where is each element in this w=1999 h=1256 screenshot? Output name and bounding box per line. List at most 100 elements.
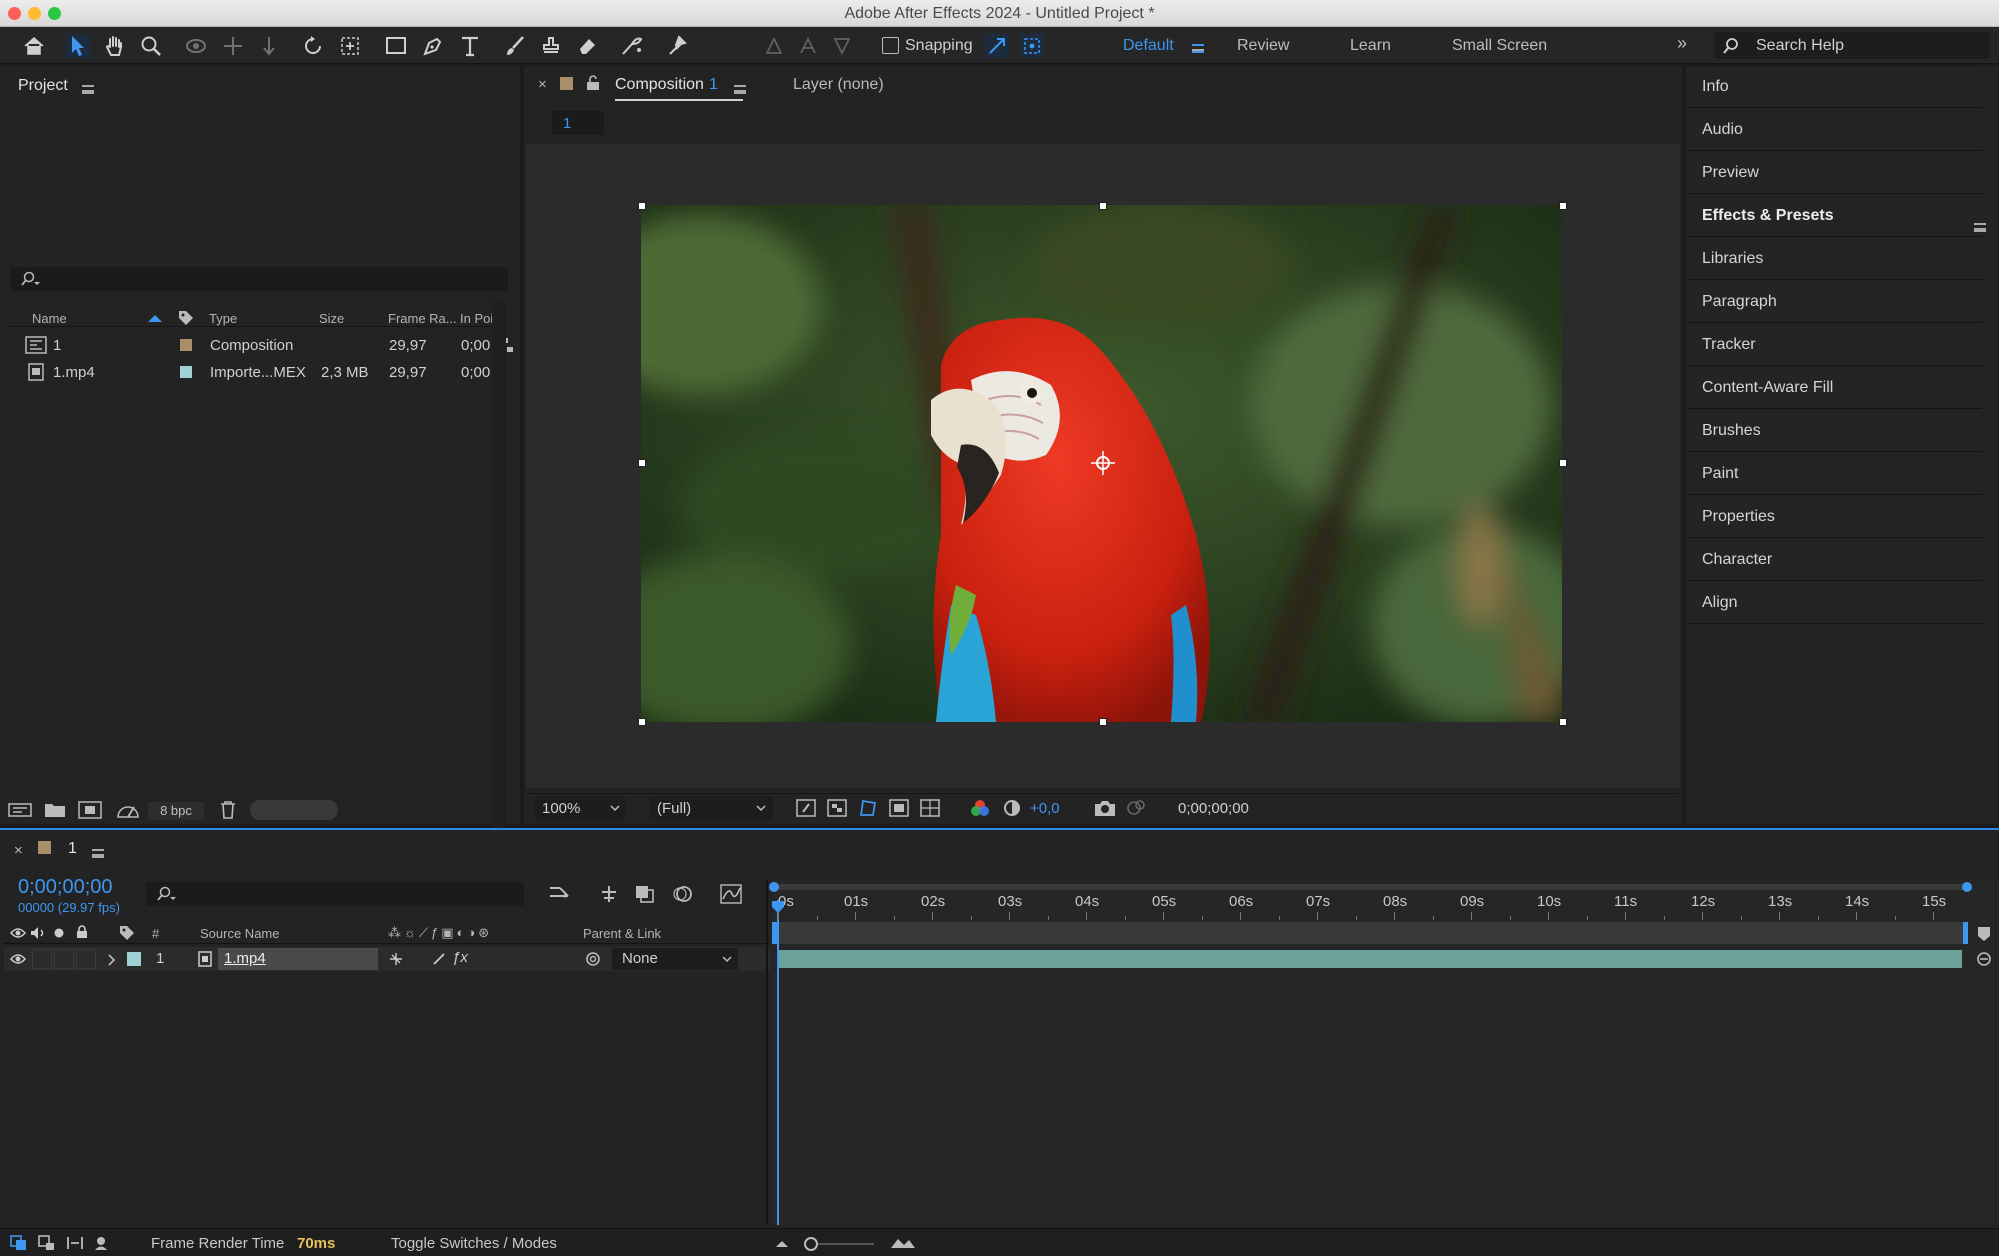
thumbnail-size-slider[interactable] [250, 800, 338, 820]
pick-whip-icon[interactable] [584, 951, 602, 967]
timeline-tab-label[interactable]: 1 [68, 840, 77, 858]
dolly-camera-icon[interactable] [257, 34, 281, 58]
panel-properties[interactable]: Properties [1688, 496, 1982, 538]
layer-switches-toggle-icon[interactable] [10, 1235, 28, 1251]
panel-content-aware-fill[interactable]: Content-Aware Fill [1688, 367, 1982, 409]
panel-align[interactable]: Align [1688, 582, 1982, 624]
layer-name-field[interactable]: 1.mp4 [218, 948, 378, 970]
project-search-input[interactable] [10, 267, 508, 291]
timeline-panel-menu-icon[interactable] [92, 845, 104, 862]
column-name-header[interactable]: Name [32, 311, 67, 326]
transform-handle[interactable] [1559, 202, 1567, 210]
render-time-icon[interactable] [94, 1235, 112, 1251]
resolution-dropdown[interactable]: (Full) [649, 796, 773, 820]
time-navigator[interactable] [772, 884, 1970, 890]
source-name-header[interactable]: Source Name [200, 926, 279, 941]
quality-switch-icon[interactable] [432, 952, 446, 966]
search-help-field[interactable]: Search Help [1714, 32, 1990, 59]
audio-toggle[interactable] [32, 949, 52, 969]
solo-icon[interactable] [54, 928, 64, 938]
show-snapshot-icon[interactable] [1126, 799, 1146, 817]
workspace-learn[interactable]: Learn [1350, 37, 1391, 55]
transform-handle[interactable] [638, 459, 646, 467]
navigator-end-handle[interactable] [1962, 882, 1972, 892]
layer-visibility-icon[interactable] [10, 953, 26, 965]
bit-depth-button[interactable]: 8 bpc [148, 802, 204, 820]
solo-toggle[interactable] [54, 949, 74, 969]
pan-behind-tool-icon[interactable] [338, 34, 362, 58]
viewer-timecode[interactable]: 0;00;00;00 [1168, 796, 1268, 820]
comp-breadcrumb[interactable]: 1 [552, 111, 604, 135]
home-icon[interactable] [22, 34, 46, 58]
clone-stamp-tool-icon[interactable] [539, 34, 563, 58]
eye-icon[interactable] [10, 927, 26, 939]
shy-switch-icon[interactable] [388, 952, 404, 966]
snap-features-icon[interactable] [1020, 34, 1044, 58]
transfer-controls-icon[interactable] [38, 1235, 56, 1251]
fast-previews-icon[interactable] [796, 799, 816, 817]
draft-3d-icon[interactable] [598, 884, 620, 904]
sort-ascending-icon[interactable] [147, 314, 163, 323]
magnification-dropdown[interactable]: 100% [534, 796, 626, 820]
layer-list-empty-area[interactable] [4, 973, 768, 1225]
layer-label-swatch[interactable] [127, 952, 141, 966]
panel-tracker[interactable]: Tracker [1688, 324, 1982, 366]
chevron-right-icon[interactable] [108, 954, 116, 966]
unlock-icon[interactable] [586, 75, 600, 91]
zoom-in-icon[interactable] [890, 1235, 916, 1249]
pen-tool-icon[interactable] [421, 34, 445, 58]
label-color-swatch[interactable] [180, 366, 192, 378]
snapping-checkbox[interactable] [882, 37, 899, 54]
transform-handle[interactable] [638, 202, 646, 210]
layer-tab[interactable]: Layer (none) [793, 76, 884, 94]
project-item-row[interactable]: 1 Composition 29,97 0;00 [8, 331, 513, 359]
type-tool-icon[interactable] [458, 34, 482, 58]
speaker-icon[interactable] [30, 926, 46, 940]
panel-brushes[interactable]: Brushes [1688, 410, 1982, 452]
zoom-out-icon[interactable] [774, 1237, 790, 1249]
workspace-small-screen[interactable]: Small Screen [1452, 37, 1547, 55]
column-frame-rate-header[interactable]: Frame Ra... [388, 311, 457, 326]
brush-tool-icon[interactable] [503, 34, 527, 58]
workspace-default[interactable]: Default [1123, 37, 1174, 55]
label-color-swatch[interactable] [180, 339, 192, 351]
close-tab-icon[interactable]: × [538, 76, 547, 93]
timeline-zoom-handle[interactable] [804, 1237, 818, 1251]
in-out-controls-icon[interactable] [66, 1235, 84, 1251]
trash-icon[interactable] [220, 801, 236, 819]
roto-brush-tool-icon[interactable] [620, 34, 644, 58]
transparency-grid-icon[interactable] [827, 799, 847, 817]
world-axis-mode-icon[interactable] [796, 34, 820, 58]
project-scrollbar[interactable] [492, 301, 506, 861]
timeline-search-input[interactable] [146, 882, 524, 906]
effects-switch-icon[interactable]: ƒx [452, 949, 468, 966]
snap-edges-icon[interactable] [985, 34, 1009, 58]
panel-preview[interactable]: Preview [1688, 152, 1982, 194]
motion-blur-icon[interactable] [672, 884, 694, 904]
rectangle-tool-icon[interactable] [384, 34, 408, 58]
composition-tab-number[interactable]: 1 [709, 76, 718, 94]
work-area-end-handle[interactable] [1963, 922, 1968, 944]
workspace-review[interactable]: Review [1237, 37, 1289, 55]
lock-toggle[interactable] [76, 949, 96, 969]
composition-panel-menu-icon[interactable] [734, 81, 746, 98]
parent-link-header[interactable]: Parent & Link [583, 926, 661, 941]
transform-handle[interactable] [1559, 459, 1567, 467]
transform-handle[interactable] [1099, 202, 1107, 210]
comp-flowchart-icon[interactable] [548, 884, 572, 904]
project-settings-icon[interactable] [116, 801, 140, 819]
panel-paragraph[interactable]: Paragraph [1688, 281, 1982, 323]
frame-blending-icon[interactable] [634, 884, 656, 904]
more-workspaces-icon[interactable]: » [1677, 33, 1687, 54]
puppet-pin-tool-icon[interactable] [666, 34, 690, 58]
pan-camera-icon[interactable] [221, 34, 245, 58]
selection-tool-icon[interactable] [66, 34, 90, 58]
parent-dropdown[interactable]: None [612, 948, 738, 970]
comp-marker-bin-icon[interactable] [1976, 926, 1992, 942]
reset-exposure-icon[interactable] [1002, 799, 1022, 817]
panel-effects-presets[interactable]: Effects & Presets [1688, 195, 1986, 237]
label-tag-icon[interactable] [178, 310, 194, 326]
graph-editor-icon[interactable] [720, 884, 742, 904]
transform-handle[interactable] [1099, 718, 1107, 726]
zoom-tool-icon[interactable] [139, 34, 163, 58]
